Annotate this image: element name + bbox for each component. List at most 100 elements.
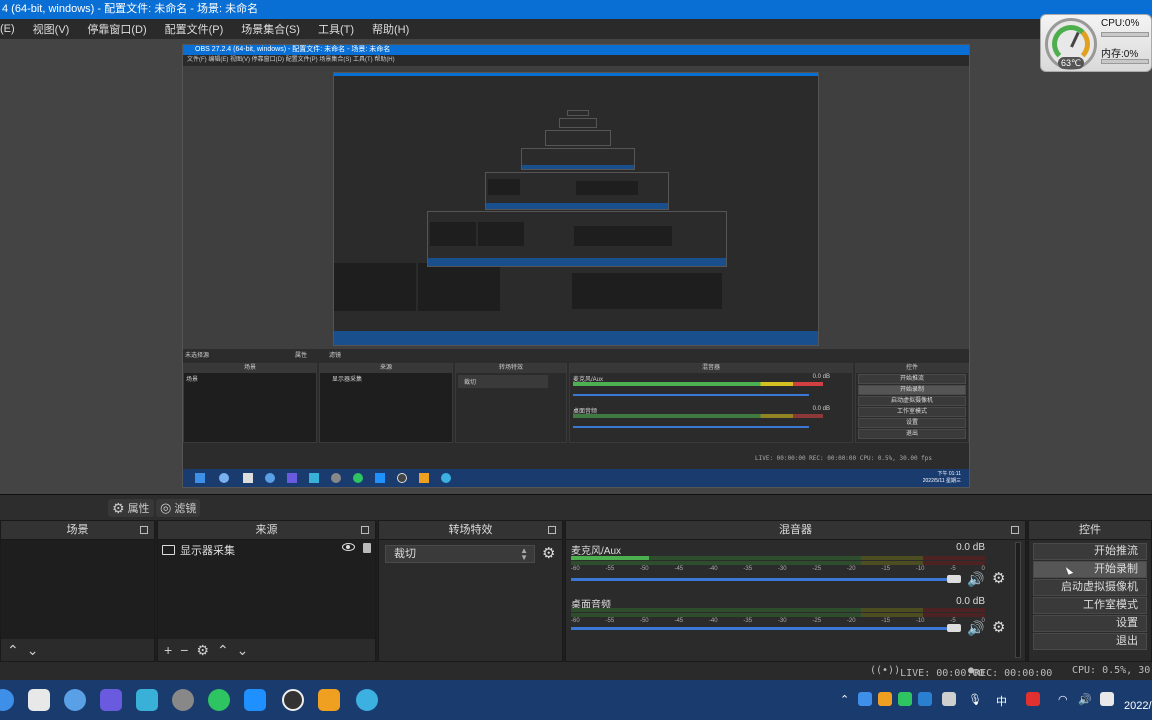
gear-icon[interactable]: ⚙ [992, 620, 1005, 635]
app-icon[interactable] [318, 689, 340, 711]
popout-icon[interactable] [548, 526, 556, 534]
volume-slider[interactable] [571, 578, 947, 581]
sources-dock-title: 来源 [255, 524, 278, 536]
menu-docks[interactable]: 停靠窗口(D) [87, 21, 146, 37]
sources-list[interactable]: 显示器采集 [158, 540, 375, 639]
lock-icon[interactable] [363, 543, 371, 553]
mixer-dock: 混音器 麦克风/Aux 0.0 dB -60 -55 -50 -45 -40 -35 -30… [565, 520, 1026, 662]
properties-button[interactable]: ⚙ 属性 [108, 499, 154, 517]
recursion-level-5 [545, 130, 611, 146]
ime-indicator[interactable]: 中 [996, 693, 1007, 709]
volume-icon[interactable]: 🔊 [1078, 693, 1092, 706]
start-recording-button[interactable]: 开始录制 [1033, 561, 1147, 578]
controls-dock-header: 控件 [1029, 521, 1151, 540]
recursion-level-2 [427, 211, 727, 267]
taskbar-date[interactable]: 2022/5 [1124, 700, 1152, 712]
settings-button[interactable]: 设置 [1033, 615, 1147, 632]
nested-app-icon [419, 473, 429, 483]
recursion-panel [334, 263, 416, 311]
source-item[interactable]: 显示器采集 [158, 540, 375, 560]
tray-icon[interactable] [858, 692, 872, 706]
menu-tools[interactable]: 工具(T) [318, 21, 354, 37]
chevron-up-icon[interactable]: ⌃ [840, 693, 849, 706]
scenes-footer: ⌃ ⌄ [1, 639, 154, 661]
system-monitor-widget[interactable]: 63℃ CPU:0% 内存:0% [1040, 14, 1152, 72]
volume-meter-level [571, 556, 649, 560]
recursion-titlebar [334, 73, 818, 76]
start-streaming-button[interactable]: 开始推流 [1033, 543, 1147, 560]
controls-dock-title: 控件 [1079, 524, 1101, 536]
nested-mixer-dock: 混音器 麦克风/Aux 0.0 dB 桌面音频 0.0 dB [569, 363, 853, 443]
onedrive-icon[interactable] [64, 689, 86, 711]
nested-desktop-db: 0.0 dB [812, 406, 830, 412]
volume-slider-handle[interactable] [947, 624, 961, 632]
nested-dock-area: 未选择源 属性 滤镜 场景 场景 来源 显示器采集 转场特效 裁切 混音器 麦克 [183, 349, 969, 469]
menu-profile[interactable]: 配置文件(P) [165, 21, 224, 37]
chevron-down-icon[interactable]: ⌄ [237, 642, 249, 659]
teams-icon[interactable] [100, 689, 122, 711]
remove-icon[interactable]: − [180, 642, 188, 658]
gear-icon[interactable]: ⚙ [992, 571, 1005, 586]
desktop-app-icon[interactable] [136, 689, 158, 711]
studio-mode-button[interactable]: 工作室模式 [1033, 597, 1147, 614]
add-icon[interactable]: + [164, 642, 172, 658]
preview-canvas[interactable]: OBS 27.2.4 (64-bit, windows) - 配置文件: 未命名… [0, 39, 1152, 494]
properties-label: 属性 [127, 503, 150, 515]
recursion-taskbar [428, 258, 726, 266]
start-virtual-camera-button[interactable]: 启动虚拟摄像机 [1033, 579, 1147, 596]
transitions-dock-header: 转场特效 [379, 521, 562, 540]
menu-edit[interactable]: (E) [0, 23, 15, 35]
popout-icon[interactable] [361, 526, 369, 534]
tray-icon[interactable] [898, 692, 912, 706]
search-icon[interactable] [0, 689, 14, 711]
chevron-down-icon[interactable]: ⌄ [27, 642, 39, 659]
file-explorer-icon[interactable] [28, 689, 50, 711]
settings-icon[interactable] [172, 689, 194, 711]
nested-date: 2022/5/11 星期三 [922, 478, 961, 484]
volume-slider-handle[interactable] [947, 575, 961, 583]
gear-icon[interactable]: ⚙ [542, 546, 555, 561]
tray-icon[interactable] [878, 692, 892, 706]
menu-help[interactable]: 帮助(H) [372, 21, 409, 37]
nested-sources-dock: 来源 显示器采集 [319, 363, 453, 443]
menu-scene-collection[interactable]: 场景集合(S) [241, 21, 300, 37]
transitions-dock-title: 转场特效 [448, 524, 493, 536]
gear-icon[interactable]: ⚙ [196, 642, 209, 659]
chevron-up-icon[interactable]: ⌃ [7, 642, 19, 659]
title-bar: 4 (64-bit, windows) - 配置文件: 未命名 - 场景: 未命… [0, 0, 1152, 19]
mixer-scrollbar[interactable] [1015, 542, 1021, 658]
nested-app-icon [243, 473, 253, 483]
microphone-icon[interactable]: 🎙 [968, 693, 982, 706]
keyboard-icon[interactable] [942, 692, 956, 706]
popout-icon[interactable] [140, 526, 148, 534]
volume-meter [571, 561, 985, 565]
speaker-icon[interactable]: 🔊 [967, 620, 984, 637]
scenes-list[interactable] [1, 540, 154, 639]
volume-slider[interactable] [571, 627, 947, 630]
scale-tick: -10 [915, 566, 925, 572]
battery-icon[interactable] [1100, 692, 1114, 706]
browser-icon[interactable] [356, 689, 378, 711]
filters-button[interactable]: ◎ 滤镜 [156, 499, 201, 517]
nested-dock-header: 混音器 [570, 364, 852, 373]
chevron-up-icon[interactable]: ⌃ [217, 642, 229, 659]
transition-select[interactable]: 裁切 ▲ ▼ [385, 545, 535, 563]
recursion-taskbar [522, 165, 634, 169]
popout-icon[interactable] [1011, 526, 1019, 534]
wifi-icon[interactable]: ◠ [1058, 693, 1068, 706]
exit-button[interactable]: 退出 [1033, 633, 1147, 650]
wechat-icon[interactable] [208, 689, 230, 711]
speaker-icon[interactable]: 🔊 [967, 571, 984, 588]
eye-icon[interactable] [342, 543, 355, 551]
tray-icon[interactable] [918, 692, 932, 706]
channel-db: 0.0 dB [956, 596, 985, 607]
transition-selected: 裁切 [394, 548, 416, 560]
menu-view[interactable]: 视图(V) [33, 21, 70, 37]
tray-icon[interactable] [1026, 692, 1040, 706]
nested-ctrl-vcam: 启动虚拟摄像机 [858, 396, 966, 406]
recursion-panel [418, 263, 500, 311]
nested-clock: 下午 01:11 2022/5/11 星期三 [923, 470, 961, 484]
nested-dock-header: 控件 [856, 364, 968, 373]
app-icon[interactable] [244, 689, 266, 711]
obs-icon[interactable] [282, 689, 304, 711]
